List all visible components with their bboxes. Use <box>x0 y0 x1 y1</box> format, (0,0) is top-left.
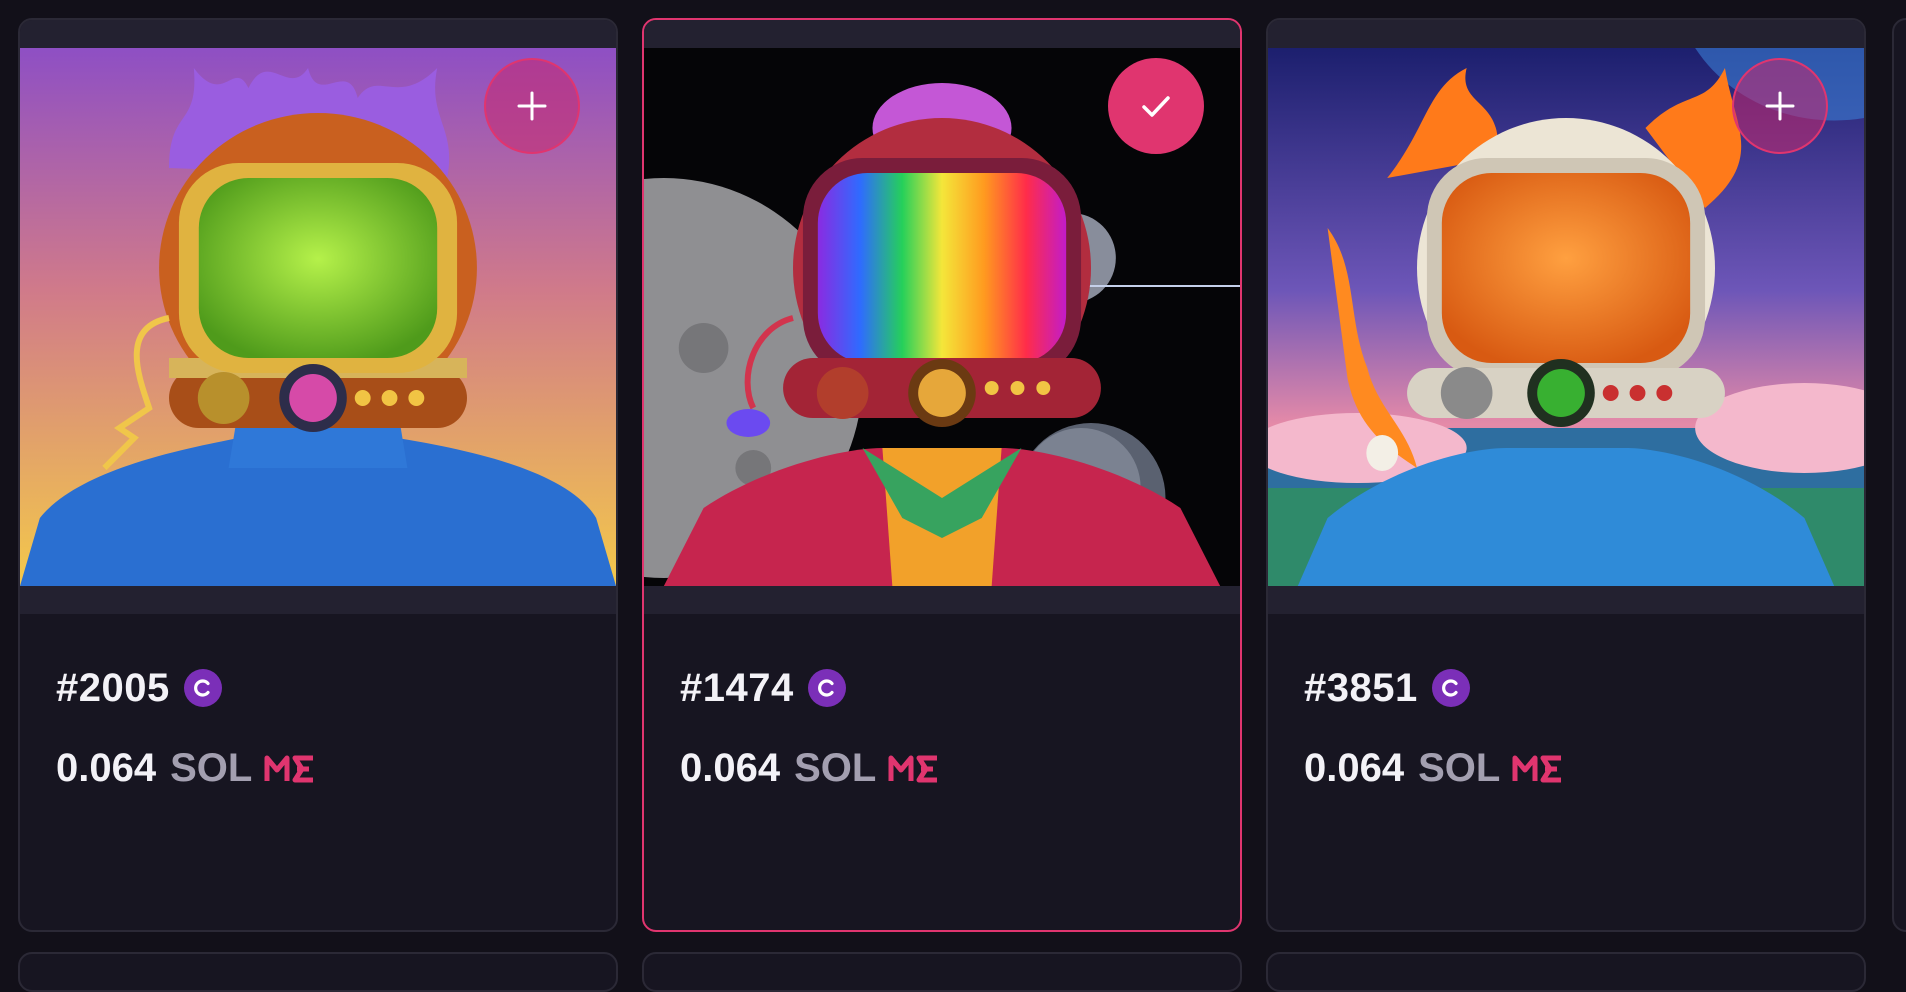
price-currency: SOL <box>794 746 877 790</box>
card-top-strip <box>20 20 616 48</box>
nft-name: #2005 <box>56 665 170 710</box>
nft-grid: #2005 0.064 SOL #1474 0.064 SOL #3851 0.… <box>0 0 1906 992</box>
nft-card-next-row[interactable] <box>18 952 618 992</box>
nft-price: 0.064 <box>680 746 781 790</box>
card-bottom-strip <box>20 586 616 614</box>
card-info: #1474 0.064 SOL <box>680 660 1220 791</box>
add-to-cart-button[interactable] <box>484 58 580 154</box>
add-to-cart-button[interactable] <box>1732 58 1828 154</box>
nft-card-next-row[interactable] <box>642 952 1242 992</box>
nft-card[interactable]: #2005 0.064 SOL <box>18 18 618 932</box>
nft-card[interactable]: #3851 0.064 SOL <box>1266 18 1866 932</box>
c-badge-icon <box>1431 669 1470 707</box>
nft-card-partial[interactable] <box>1892 18 1906 932</box>
nft-card-selected[interactable]: #1474 0.064 SOL <box>642 18 1242 932</box>
remove-from-cart-button[interactable] <box>1108 58 1204 154</box>
card-info: #2005 0.064 SOL <box>56 660 596 791</box>
nft-price: 0.064 <box>1304 746 1405 790</box>
nft-name: #3851 <box>1304 665 1418 710</box>
c-badge-icon <box>807 669 846 707</box>
c-badge-icon <box>183 669 222 707</box>
nft-price: 0.064 <box>56 746 157 790</box>
magic-eden-logo-icon <box>888 755 938 782</box>
checkmark-icon <box>1142 96 1170 117</box>
price-currency: SOL <box>170 746 253 790</box>
nft-name: #1474 <box>680 665 794 710</box>
card-bottom-strip <box>644 586 1240 614</box>
card-info: #3851 0.064 SOL <box>1304 660 1844 791</box>
magic-eden-logo-icon <box>1512 755 1562 782</box>
magic-eden-logo-icon <box>264 755 314 782</box>
price-currency: SOL <box>1418 746 1501 790</box>
card-bottom-strip <box>1268 586 1864 614</box>
nft-card-next-row[interactable] <box>1266 952 1866 992</box>
plus-icon <box>1765 91 1795 121</box>
plus-icon <box>517 91 547 121</box>
card-top-strip <box>1268 20 1864 48</box>
card-top-strip <box>644 20 1240 48</box>
